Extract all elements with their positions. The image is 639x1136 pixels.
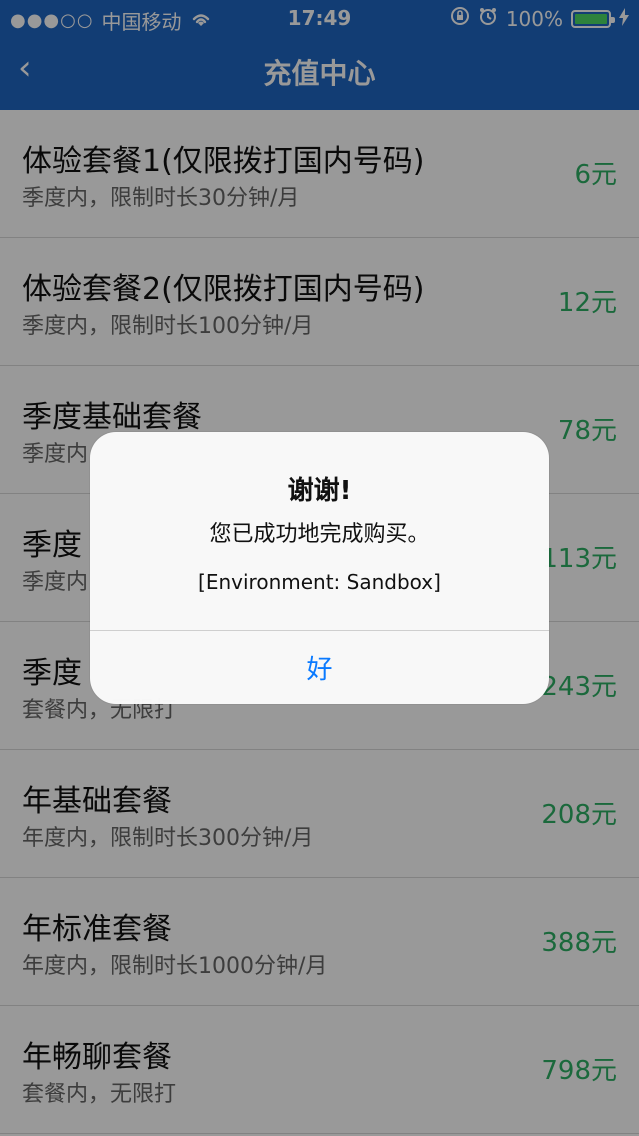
ok-button[interactable]: 好 <box>90 631 549 704</box>
alert-title: 谢谢! <box>287 476 352 506</box>
alert-message: 您已成功地完成购买。 <box>209 522 430 547</box>
purchase-success-alert: 谢谢! 您已成功地完成购买。 [Environment: Sandbox] 好 <box>90 432 549 704</box>
alert-environment: [Environment: Sandbox] <box>198 570 441 594</box>
screen: ●●●○○ 中国移动 17:49 100% ‹ 充值中心 体验套餐1(仅限拨打国… <box>0 0 639 1136</box>
